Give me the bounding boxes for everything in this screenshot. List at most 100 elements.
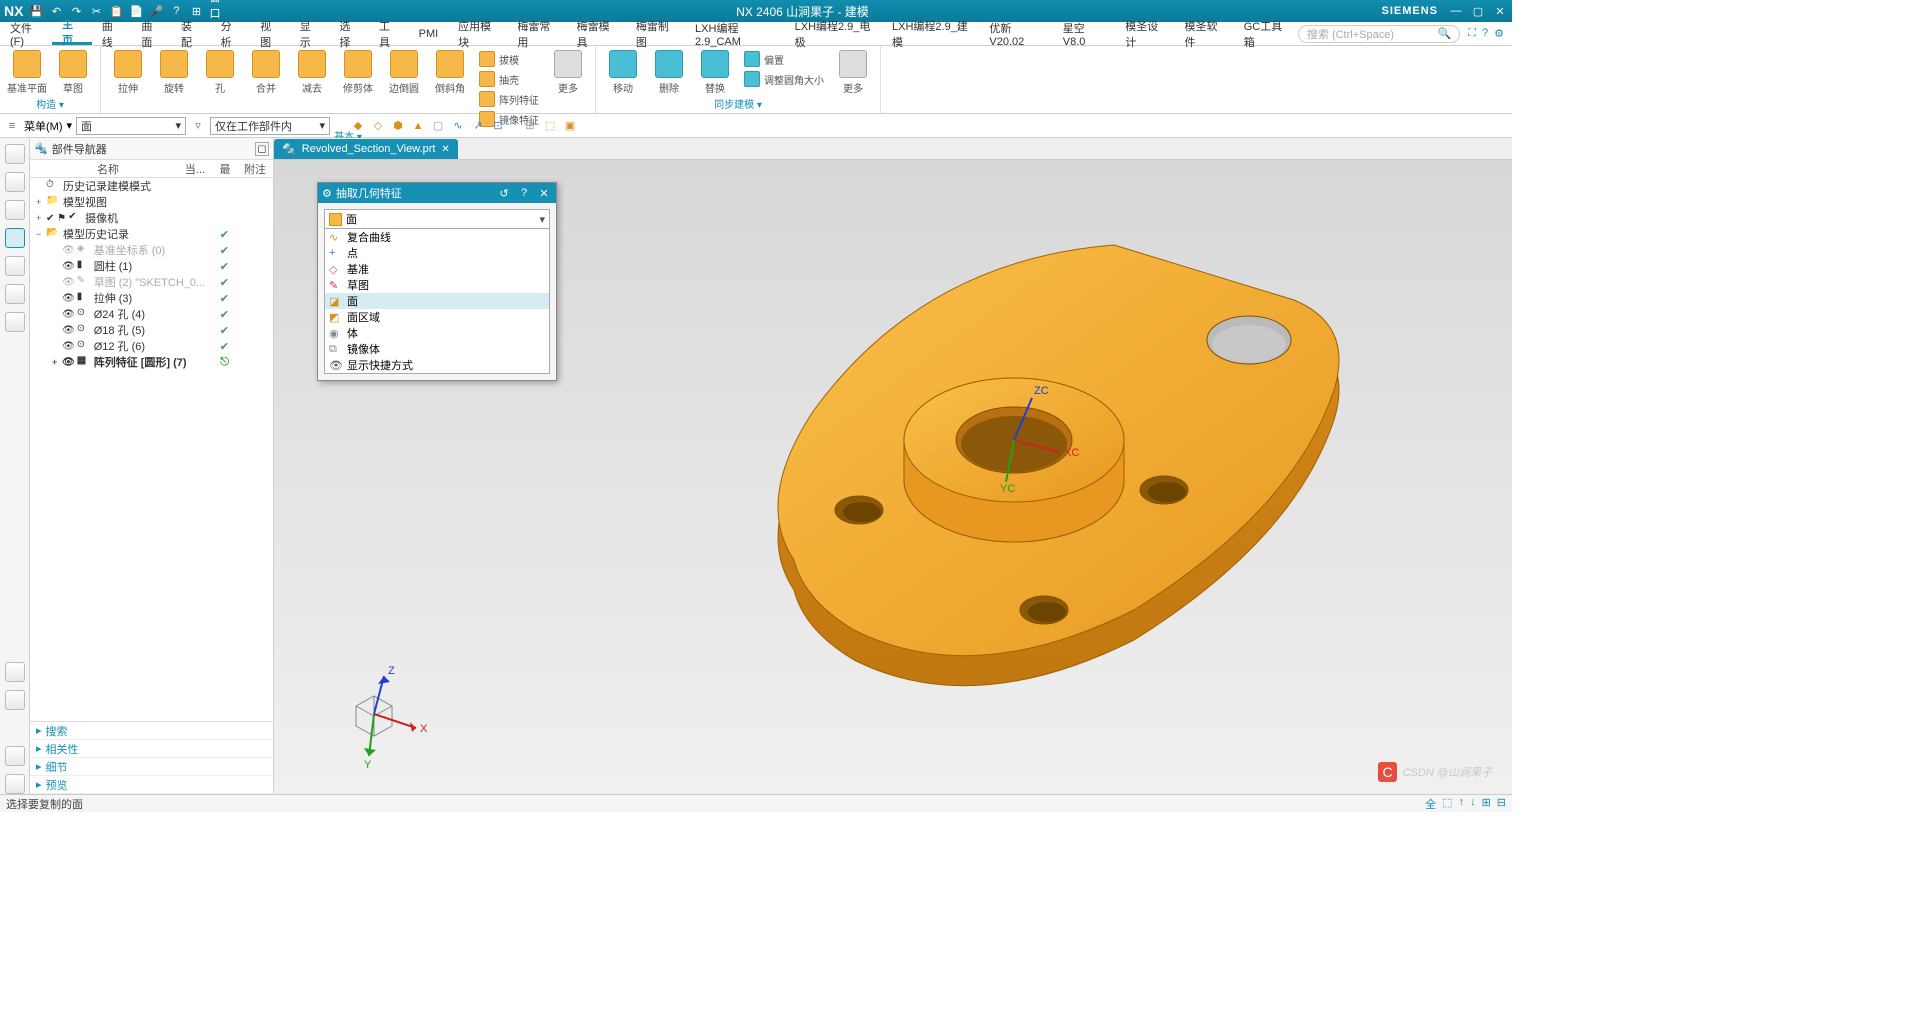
menu-21[interactable]: 模圣软件 [1175, 22, 1234, 45]
tree-row-10[interactable]: 👁⊙Ø12 孔 (6)✔ [30, 338, 273, 354]
type-combo[interactable]: 面 ▾ [324, 209, 550, 229]
rail-part-nav-icon[interactable] [5, 228, 25, 248]
col-latest[interactable]: 最 [210, 161, 240, 177]
menu-20[interactable]: 模圣设计 [1115, 22, 1174, 45]
tool-倒斜角[interactable]: 倒斜角 [429, 48, 471, 95]
menu-8[interactable]: 选择 [329, 22, 369, 45]
tool-拉伸[interactable]: 拉伸 [107, 48, 149, 95]
tree-row-2[interactable]: +✔ ⚑✔摄像机 [30, 210, 273, 226]
rail-assembly-icon[interactable] [5, 144, 25, 164]
accordion-细节[interactable]: ▸细节 [30, 758, 273, 776]
dialog-reset-icon[interactable]: ↺ [496, 187, 512, 200]
menu-7[interactable]: 显示 [290, 22, 330, 45]
search-input[interactable]: 搜索 (Ctrl+Space)🔍 [1298, 25, 1460, 43]
sel-tool-11-icon[interactable]: ▣ [562, 118, 578, 134]
tree-row-9[interactable]: 👁⊙Ø18 孔 (5)✔ [30, 322, 273, 338]
filter-icon[interactable]: ▿ [190, 118, 206, 134]
menu-19[interactable]: 星空 V8.0 [1053, 22, 1116, 45]
sel-tool-2-icon[interactable]: ◇ [370, 118, 386, 134]
tool-旋转[interactable]: 旋转 [153, 48, 195, 95]
tool-草图[interactable]: 草图 [52, 48, 94, 95]
scope-combo[interactable]: 仅在工作部件内▾ [210, 117, 330, 135]
menu-17[interactable]: LXH编程2.9_建模 [882, 22, 979, 45]
menu-label[interactable]: 菜单(M) [24, 118, 63, 134]
option-复合曲线[interactable]: ∿复合曲线 [325, 229, 549, 245]
close-icon[interactable]: ✕ [1492, 5, 1508, 18]
menu-3[interactable]: 曲面 [131, 22, 171, 45]
dialog-help-icon[interactable]: ? [516, 187, 532, 199]
sel-tool-6-icon[interactable]: ∿ [450, 118, 466, 134]
rail-nav-icon[interactable] [5, 200, 25, 220]
tree-row-6[interactable]: 👁✎草图 (2) "SKETCH_0...✔ [30, 274, 273, 290]
menu-4[interactable]: 装配 [171, 22, 211, 45]
col-current[interactable]: 当... [180, 161, 210, 177]
status-btn-2[interactable]: ↑ [1459, 796, 1465, 812]
dialog-close-icon[interactable]: ✕ [536, 187, 552, 200]
tool-减去[interactable]: 减去 [291, 48, 333, 95]
tool-孔[interactable]: 孔 [199, 48, 241, 95]
tab-close-icon[interactable]: ✕ [441, 144, 449, 155]
sel-tool-9-icon[interactable]: ⊞ [522, 118, 538, 134]
rail-tool2-icon[interactable] [5, 774, 25, 794]
col-notes[interactable]: 附注 [240, 161, 270, 177]
status-btn-3[interactable]: ↓ [1470, 796, 1476, 812]
part-model[interactable]: XC YC ZC [694, 210, 1394, 730]
tool-抽壳[interactable]: 抽壳 [475, 70, 543, 88]
accordion-预览[interactable]: ▸预览 [30, 776, 273, 794]
accordion-搜索[interactable]: ▸搜索 [30, 722, 273, 740]
rail-reuse-icon[interactable] [5, 256, 25, 276]
rail-constraint-icon[interactable] [5, 172, 25, 192]
rail-tool1-icon[interactable] [5, 746, 25, 766]
window-icon[interactable]: ⊞ [189, 4, 203, 18]
sel-tool-4-icon[interactable]: ▲ [410, 118, 426, 134]
status-btn-4[interactable]: ⊞ [1482, 796, 1491, 812]
sel-tool-5-icon[interactable]: ▢ [430, 118, 446, 134]
fullscreen-icon[interactable]: ⛶ [1468, 27, 1476, 40]
status-btn-0[interactable]: 全 [1425, 796, 1436, 812]
menu-5[interactable]: 分析 [211, 22, 251, 45]
status-btn-1[interactable]: ⬚ [1442, 796, 1452, 812]
menu-12[interactable]: 梅雷常用 [507, 22, 566, 45]
minimize-icon[interactable]: — [1448, 5, 1464, 18]
menu-15[interactable]: LXH编程2.9_CAM [685, 22, 785, 45]
tool-阵列特征[interactable]: 阵列特征 [475, 90, 543, 108]
menu-16[interactable]: LXH编程2.9_电极 [785, 22, 882, 45]
sel-tool-7-icon[interactable]: ↗ [470, 118, 486, 134]
tool-边倒圆[interactable]: 边倒圆 [383, 48, 425, 95]
tree-row-11[interactable]: +👁▦阵列特征 [圆形] (7)⎋ [30, 354, 273, 370]
menu-10[interactable]: PMI [409, 22, 449, 45]
group-label[interactable]: 构造 ▾ [36, 96, 64, 113]
more-button[interactable]: 更多 [547, 48, 589, 95]
option-点[interactable]: +点 [325, 245, 549, 261]
window-menu[interactable]: 窗口▾ [209, 4, 223, 18]
tool-拔模[interactable]: 拔模 [475, 50, 543, 68]
option-面[interactable]: ◪面 [325, 293, 549, 309]
document-tab[interactable]: 🔩 Revolved_Section_View.prt ✕ [274, 139, 458, 159]
menu-18[interactable]: 优新 V20.02 [979, 22, 1052, 45]
cut-icon[interactable]: ✂ [89, 4, 103, 18]
save-icon[interactable]: 💾 [29, 4, 43, 18]
option-镜像体[interactable]: ⧉镜像体 [325, 341, 549, 357]
tool-删除[interactable]: 删除 [648, 48, 690, 95]
maximize-icon[interactable]: ▢ [1470, 5, 1486, 18]
option-草图[interactable]: ✎草图 [325, 277, 549, 293]
tree-row-0[interactable]: ⏱历史记录建模模式 [30, 178, 273, 194]
sel-tool-3-icon[interactable]: ⬢ [390, 118, 406, 134]
tree-row-4[interactable]: 👁◈基准坐标系 (0)✔ [30, 242, 273, 258]
sel-tool-10-icon[interactable]: ⬚ [542, 118, 558, 134]
col-name[interactable]: 名称 [30, 161, 180, 177]
menu-0[interactable]: 文件(F) [0, 22, 52, 45]
menu-2[interactable]: 曲线 [92, 22, 132, 45]
tool-合并[interactable]: 合并 [245, 48, 287, 95]
mic-icon[interactable]: 🎤 [149, 4, 163, 18]
option-显示快捷方式[interactable]: 👁显示快捷方式 [325, 357, 549, 373]
help-icon[interactable]: ? [169, 4, 183, 18]
menu-13[interactable]: 梅雷模具 [567, 22, 626, 45]
rail-roles-icon[interactable] [5, 690, 25, 710]
group-label[interactable]: 同步建模 ▾ [714, 96, 762, 113]
gear-icon[interactable]: ⚙ [322, 187, 332, 200]
paste-icon[interactable]: 📄 [129, 4, 143, 18]
dialog-titlebar[interactable]: ⚙ 抽取几何特征 ↺ ? ✕ [318, 183, 556, 203]
more-button[interactable]: 更多 [832, 48, 874, 95]
sel-tool-1-icon[interactable]: ◆ [350, 118, 366, 134]
